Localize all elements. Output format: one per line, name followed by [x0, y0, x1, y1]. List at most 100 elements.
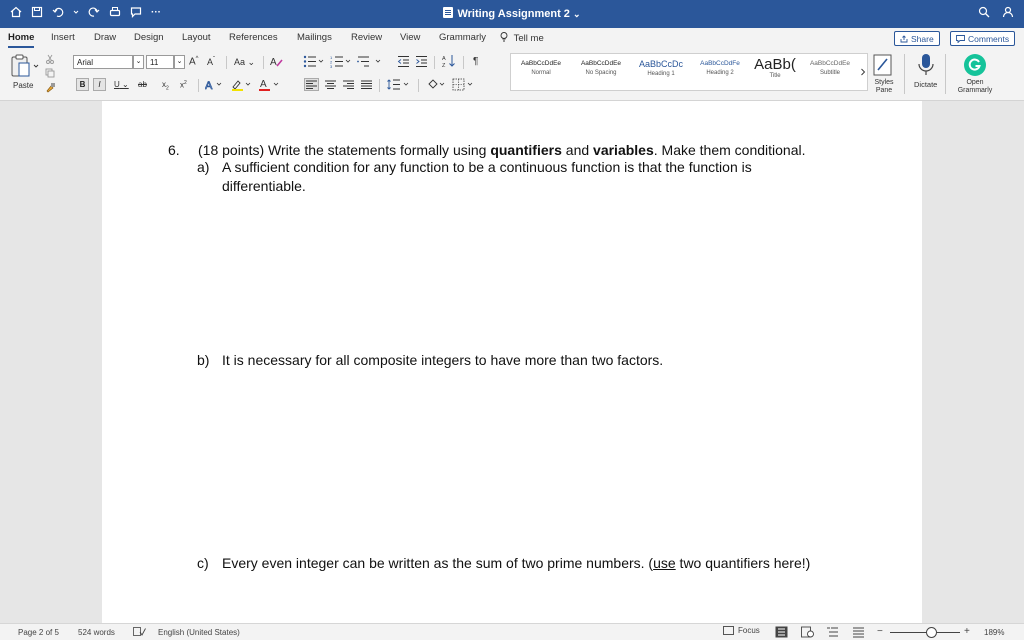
divider	[226, 56, 227, 69]
sort-icon[interactable]: AZ	[442, 54, 456, 68]
style-heading-2[interactable]: AaBbCcDdFe Heading 2	[691, 54, 749, 92]
web-layout-icon[interactable]	[801, 626, 814, 638]
part-a: a) A sufficient condition for any functio…	[197, 159, 752, 175]
question-bold-quantifiers: quantifiers	[490, 142, 562, 158]
outline-view-icon[interactable]	[826, 626, 839, 638]
font-name-input[interactable]: Arial	[73, 55, 133, 69]
grammarly-icon[interactable]	[963, 53, 987, 77]
paste-label: Paste	[13, 81, 34, 90]
style-name: Title	[769, 73, 781, 79]
share-button[interactable]: Share	[894, 31, 940, 46]
strikethrough-button[interactable]: ab	[138, 80, 147, 89]
question-prefix: (18 points) Write the statements formall…	[198, 142, 491, 158]
grow-font-button[interactable]: A^	[189, 56, 199, 67]
document-title: Writing Assignment 2	[457, 8, 570, 20]
show-formatting-button[interactable]: ¶	[473, 56, 478, 67]
style-title[interactable]: AaBb( Title	[749, 54, 801, 92]
comments-button[interactable]: Comments	[950, 31, 1016, 46]
paste-dropdown-icon[interactable]	[33, 63, 39, 69]
decrease-indent-icon[interactable]	[397, 55, 410, 68]
window-title[interactable]: Writing Assignment 2 ⌄	[0, 7, 1024, 20]
svg-text:A: A	[442, 56, 446, 62]
line-spacing-icon[interactable]	[387, 78, 411, 91]
tab-references[interactable]: References	[229, 32, 278, 43]
paste-icon[interactable]	[10, 54, 32, 78]
tab-review[interactable]: Review	[351, 32, 382, 43]
title-chevron-icon: ⌄	[572, 9, 581, 19]
focus-icon	[723, 626, 734, 635]
style-no-spacing[interactable]: AaBbCcDdEe No Spacing	[571, 54, 631, 92]
part-c-underlined: use	[653, 555, 676, 571]
language-indicator[interactable]: English (United States)	[158, 628, 240, 637]
part-b-text: It is necessary for all composite intege…	[222, 352, 664, 368]
document-page[interactable]: 6. (18 points) Write the statements forma…	[102, 101, 922, 623]
tab-draw[interactable]: Draw	[94, 32, 116, 43]
borders-icon[interactable]	[452, 78, 476, 91]
zoom-in-button[interactable]: +	[964, 626, 970, 637]
zoom-out-button[interactable]: −	[877, 626, 883, 637]
align-right-icon[interactable]	[343, 80, 354, 89]
style-normal[interactable]: AaBbCcDdEe Normal	[511, 54, 571, 92]
zoom-slider-track[interactable]	[890, 632, 960, 633]
cut-icon[interactable]	[45, 54, 55, 64]
bold-button[interactable]: B	[76, 78, 89, 91]
bullets-icon[interactable]	[303, 55, 325, 68]
svg-text:A: A	[205, 80, 213, 91]
tab-layout[interactable]: Layout	[182, 32, 211, 43]
align-center-icon[interactable]	[325, 80, 336, 89]
microphone-icon[interactable]	[917, 53, 935, 77]
print-layout-icon[interactable]	[775, 626, 788, 638]
subscript-button[interactable]: x2	[162, 80, 169, 92]
word-count[interactable]: 524 words	[78, 628, 115, 637]
part-c-suffix: two quantifiers here!)	[675, 555, 811, 571]
styles-more-icon[interactable]	[860, 68, 866, 76]
tab-mailings[interactable]: Mailings	[297, 32, 332, 43]
tab-view[interactable]: View	[400, 32, 420, 43]
tell-me-box[interactable]: Tell me	[500, 32, 544, 44]
font-color-icon[interactable]: A	[259, 78, 281, 91]
copy-icon[interactable]	[45, 68, 55, 78]
tab-grammarly[interactable]: Grammarly	[439, 32, 486, 43]
justify-icon[interactable]	[361, 80, 372, 89]
font-size-input[interactable]: 11	[146, 55, 174, 69]
focus-button[interactable]: Focus	[723, 626, 760, 635]
zoom-level[interactable]: 189%	[984, 628, 1004, 637]
style-heading-1[interactable]: AaBbCcDc Heading 1	[631, 54, 691, 92]
align-left-button[interactable]	[304, 78, 319, 91]
underline-button[interactable]: U ⌄	[114, 80, 129, 89]
font-size-dropdown[interactable]: ⌄	[174, 55, 185, 69]
zoom-slider-handle[interactable]	[926, 627, 937, 638]
text-effects-icon[interactable]: A	[205, 78, 225, 91]
change-case-button[interactable]: Aa ⌄	[234, 57, 255, 68]
styles-pane-icon[interactable]	[873, 54, 893, 76]
shading-icon[interactable]	[427, 78, 449, 91]
style-name: Normal	[531, 70, 551, 76]
tab-design[interactable]: Design	[134, 32, 164, 43]
svg-text:3: 3	[330, 64, 333, 68]
tab-home[interactable]: Home	[8, 32, 35, 48]
numbering-icon[interactable]: 123	[330, 55, 352, 68]
italic-button[interactable]: I	[93, 78, 106, 91]
divider	[463, 56, 464, 69]
style-subtitle[interactable]: AaBbCcDdEe Subtitle	[801, 54, 859, 92]
styles-gallery: AaBbCcDdEe Normal AaBbCcDdEe No Spacing …	[510, 53, 868, 91]
question-bold-variables: variables	[593, 142, 654, 158]
highlight-color-icon[interactable]	[231, 78, 253, 91]
increase-indent-icon[interactable]	[415, 55, 428, 68]
proofing-icon[interactable]	[133, 627, 146, 637]
clear-formatting-icon[interactable]: A	[270, 55, 284, 68]
multilevel-list-icon[interactable]	[357, 55, 383, 68]
account-icon[interactable]	[1002, 6, 1014, 18]
status-bar: Page 2 of 5 524 words English (United St…	[0, 623, 1024, 640]
divider	[945, 54, 946, 94]
tab-insert[interactable]: Insert	[51, 32, 75, 43]
part-b: b) It is necessary for all composite inte…	[197, 352, 663, 368]
comments-label: Comments	[968, 34, 1010, 44]
draft-view-icon[interactable]	[852, 626, 865, 638]
superscript-button[interactable]: x2	[180, 80, 187, 90]
font-name-dropdown[interactable]: ⌄	[133, 55, 144, 69]
search-icon[interactable]	[978, 6, 990, 18]
page-count[interactable]: Page 2 of 5	[18, 628, 59, 637]
format-painter-icon[interactable]	[45, 82, 56, 93]
shrink-font-button[interactable]: Aˇ	[207, 57, 215, 67]
